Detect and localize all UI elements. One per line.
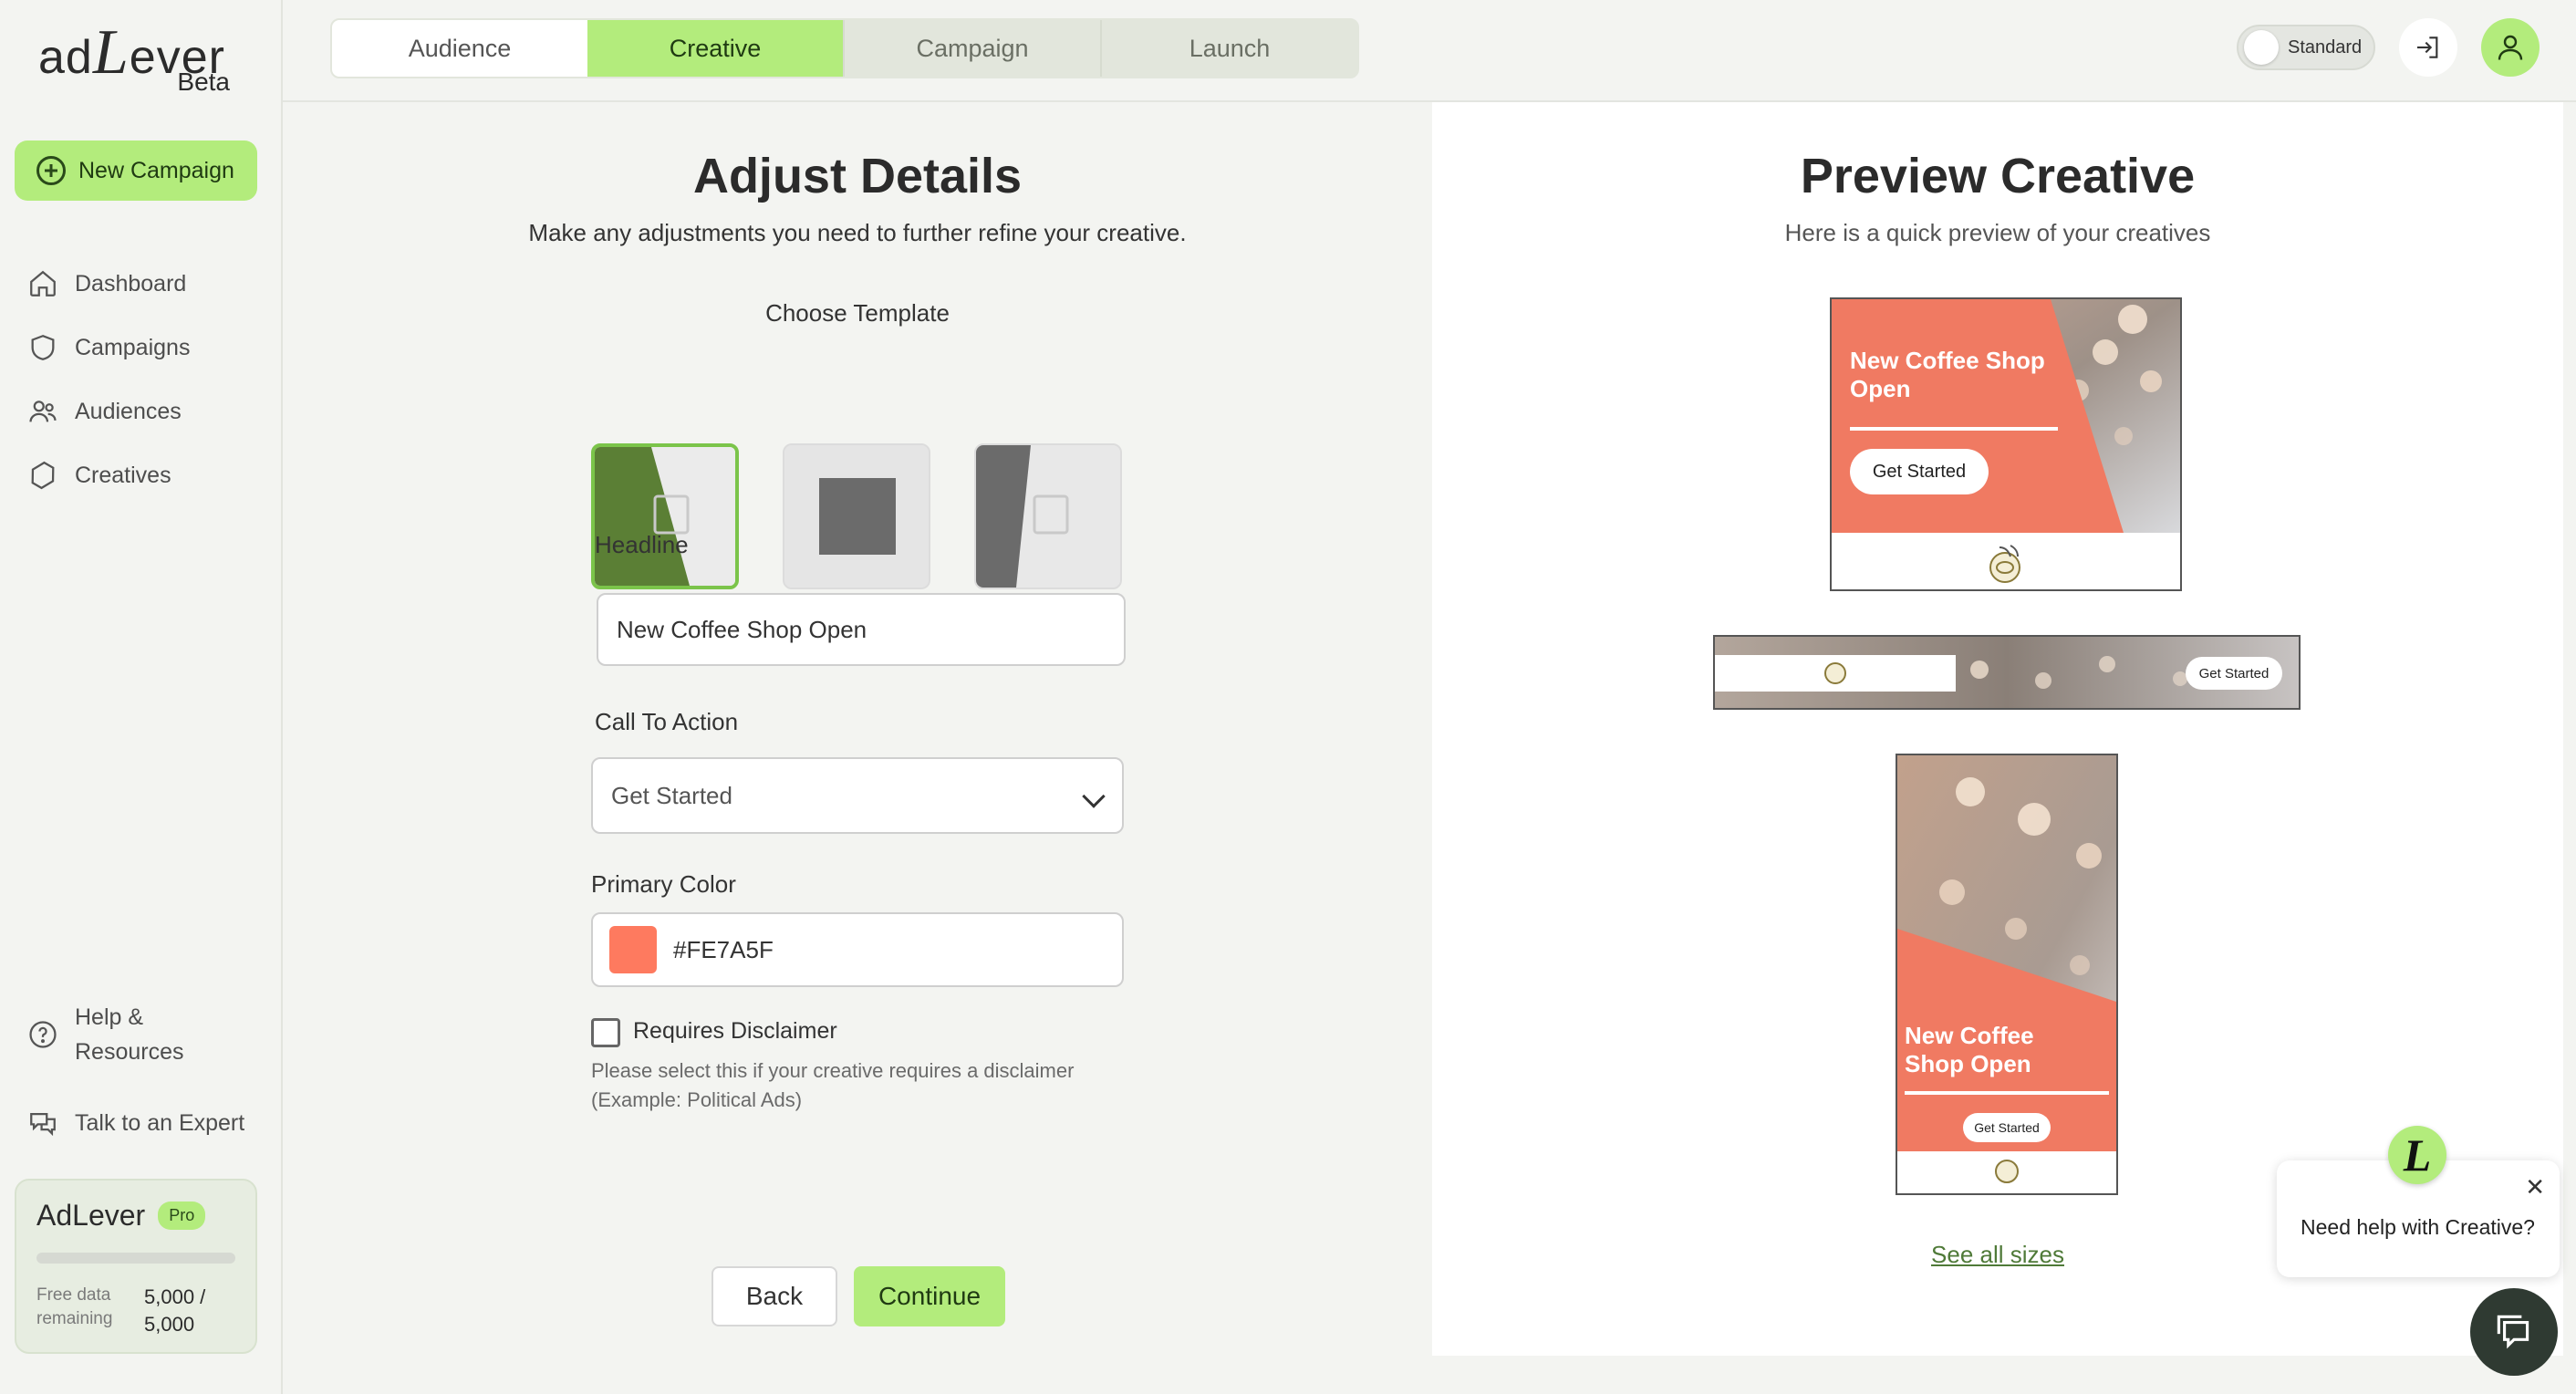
disclaimer-checkbox[interactable] xyxy=(591,1018,620,1047)
page-subtitle: Make any adjustments you need to further… xyxy=(528,219,1187,246)
new-campaign-label: New Campaign xyxy=(78,157,234,183)
template-square-icon xyxy=(784,445,929,588)
close-icon[interactable]: ✕ xyxy=(2525,1175,2545,1199)
pro-plan-card: AdLever Pro Free data remaining 5,000 / … xyxy=(15,1179,257,1354)
hexagon-icon xyxy=(31,461,55,490)
sidebar-item-label: Dashboard xyxy=(75,270,187,296)
preview-ad-tall[interactable]: New Coffee Shop Open Get Started xyxy=(1896,754,2118,1195)
free-data-label: Free data remaining xyxy=(36,1284,137,1338)
primary-color-input[interactable]: #FE7A5F xyxy=(591,912,1124,987)
cta-select[interactable]: Get Started xyxy=(591,757,1124,834)
help-label-line1: Help & xyxy=(75,1004,144,1030)
question-circle-icon xyxy=(29,1021,57,1048)
chat-bubbles-icon xyxy=(30,1112,56,1137)
ad-square-headline-line2: Open xyxy=(1850,375,1911,402)
chat-message: Need help with Creative? xyxy=(2301,1215,2535,1239)
ad-tall-headline: New Coffee Shop Open xyxy=(1905,1022,2105,1078)
standard-toggle[interactable]: Standard xyxy=(2237,25,2375,70)
plus-circle-icon xyxy=(36,156,66,185)
chat-launcher-button[interactable] xyxy=(2470,1288,2558,1376)
continue-button[interactable]: Continue xyxy=(854,1266,1005,1326)
ad-square-cta: Get Started xyxy=(1850,449,1989,494)
top-right-controls: Standard xyxy=(2237,18,2540,77)
logo-text-ad: ad xyxy=(38,31,93,84)
step-tabs: Audience Creative Campaign Launch xyxy=(330,18,1359,78)
sidebar-item-creatives[interactable]: Creatives xyxy=(27,443,190,507)
sidebar-item-dashboard[interactable]: Dashboard xyxy=(27,252,190,316)
shield-icon xyxy=(31,335,55,360)
chevron-down-icon xyxy=(1082,785,1106,808)
sidebar: adLever Beta New Campaign Dashboard Camp… xyxy=(0,0,283,1394)
adlever-logo[interactable]: adLever Beta xyxy=(38,16,248,99)
template-split-green-icon xyxy=(595,447,735,586)
help-resources-link[interactable]: Help & Resources xyxy=(27,1000,184,1069)
pro-badge: Pro xyxy=(158,1202,206,1230)
adjust-details-panel: Adjust Details Make any adjustments you … xyxy=(285,102,1430,1394)
tab-campaign[interactable]: Campaign xyxy=(843,20,1100,77)
sidebar-item-label: Creatives xyxy=(75,462,171,488)
chat-icon xyxy=(2497,1315,2529,1349)
free-data-value-line1: 5,000 / xyxy=(144,1285,206,1308)
pro-card-title: AdLever xyxy=(36,1199,146,1232)
color-hex-value: #FE7A5F xyxy=(673,935,774,963)
talk-to-expert-link[interactable]: Talk to an Expert xyxy=(27,1108,244,1139)
ad-tall-divider xyxy=(1905,1091,2109,1095)
toggle-knob xyxy=(2244,30,2279,65)
ad-tall-cta: Get Started xyxy=(1963,1113,2051,1142)
color-swatch[interactable] xyxy=(609,926,657,973)
toggle-label: Standard xyxy=(2288,36,2363,57)
new-campaign-button[interactable]: New Campaign xyxy=(15,140,257,201)
ad-square-divider xyxy=(1850,427,2058,431)
sign-out-icon xyxy=(2417,36,2438,58)
preview-ad-banner[interactable]: Get Started xyxy=(1713,635,2301,710)
beta-label: Beta xyxy=(177,68,230,96)
cta-label: Call To Action xyxy=(595,708,739,735)
free-data-label-line2: remaining xyxy=(36,1309,113,1328)
headline-label: Headline xyxy=(595,531,689,558)
ad-tall-headline-line2: Shop Open xyxy=(1905,1050,2031,1077)
template-option-2[interactable] xyxy=(783,443,930,589)
sidebar-nav: Dashboard Campaigns Audiences Creatives xyxy=(27,252,190,507)
choose-template-label: Choose Template xyxy=(765,299,950,327)
sidebar-item-label: Campaigns xyxy=(75,334,191,360)
sidebar-item-label: Audiences xyxy=(75,398,182,424)
back-button[interactable]: Back xyxy=(712,1266,837,1326)
template-option-3[interactable] xyxy=(974,443,1122,589)
help-label-line2: Resources xyxy=(75,1039,184,1065)
talk-label: Talk to an Expert xyxy=(75,1109,245,1136)
free-data-value-line2: 5,000 xyxy=(144,1313,195,1336)
tab-creative[interactable]: Creative xyxy=(587,20,843,77)
ad-square-background xyxy=(1832,299,2180,533)
sidebar-item-audiences[interactable]: Audiences xyxy=(27,380,190,443)
data-usage-bar xyxy=(36,1253,235,1264)
ad-tall-headline-line1: New Coffee xyxy=(1905,1022,2034,1049)
users-icon xyxy=(29,401,57,422)
primary-color-label: Primary Color xyxy=(591,870,736,898)
tab-launch[interactable]: Launch xyxy=(1100,20,1357,77)
coffee-logo-icon xyxy=(1989,545,2020,583)
disclaimer-help: Please select this if your creative requ… xyxy=(591,1059,1075,1111)
ad-square-headline: New Coffee Shop Open xyxy=(1850,347,2069,403)
logout-button[interactable] xyxy=(2399,18,2457,77)
cta-select-value: Get Started xyxy=(611,781,732,809)
home-icon xyxy=(30,270,56,296)
free-data-label-line1: Free data xyxy=(36,1285,111,1305)
preview-title: Preview Creative xyxy=(1800,149,2196,203)
ad-square-headline-line1: New Coffee Shop xyxy=(1850,347,2045,374)
logo-text-l: L xyxy=(92,17,130,88)
preview-ad-square[interactable]: New Coffee Shop Open Get Started xyxy=(1830,297,2182,591)
free-data-value: 5,000 / 5,000 xyxy=(144,1284,235,1338)
user-icon xyxy=(2498,35,2523,60)
template-split-gray-icon xyxy=(976,445,1120,588)
disclaimer-label: Requires Disclaimer xyxy=(633,1018,837,1044)
avatar[interactable] xyxy=(2481,18,2540,77)
sidebar-item-campaigns[interactable]: Campaigns xyxy=(27,316,190,380)
preview-subtitle: Here is a quick preview of your creative… xyxy=(1784,219,2211,246)
headline-input[interactable]: New Coffee Shop Open xyxy=(597,593,1126,666)
ad-banner-cta: Get Started xyxy=(2186,657,2282,690)
tab-audience[interactable]: Audience xyxy=(332,20,587,77)
chat-avatar-badge: L xyxy=(2388,1126,2446,1184)
template-option-1[interactable] xyxy=(591,443,739,589)
page-title: Adjust Details xyxy=(692,149,1023,203)
